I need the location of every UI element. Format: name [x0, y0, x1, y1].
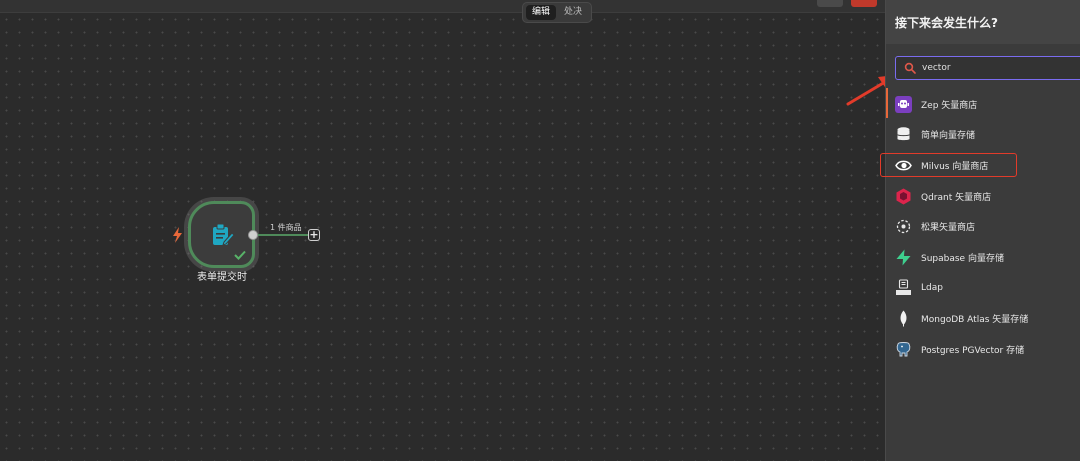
database-icon [897, 127, 910, 141]
mongodb-leaf-icon [900, 310, 907, 327]
result-label: Supabase 向量存储 [921, 253, 1004, 264]
qdrant-icon [896, 188, 911, 205]
top-toolbar [0, 0, 885, 13]
search-results-list: Zep 矢量商店 简单向量存储 Milvus 向量商店 Qdrant 矢量商店 [886, 89, 1080, 364]
connection-item-count: 1 件商品 [270, 223, 302, 232]
result-label: MongoDB Atlas 矢量存储 [921, 314, 1029, 325]
result-item-simple-vector-store[interactable]: 简单向量存储 [886, 120, 1080, 151]
result-item-pinecone[interactable]: 松果矢量商店 [886, 211, 1080, 242]
tab-edit[interactable]: 编辑 [526, 5, 557, 20]
mode-switch: 编辑 处决 [522, 2, 593, 23]
result-label: 简单向量存储 [921, 131, 976, 142]
form-trigger-node[interactable] [188, 201, 255, 268]
result-item-qdrant[interactable]: Qdrant 矢量商店 [886, 181, 1080, 212]
result-label: Qdrant 矢量商店 [921, 192, 992, 203]
supabase-bolt-icon [896, 249, 911, 266]
form-edit-icon [212, 223, 235, 246]
toolbar-action-button[interactable] [851, 0, 877, 7]
result-label: 松果矢量商店 [921, 223, 976, 234]
toolbar-button[interactable] [817, 0, 843, 7]
trigger-bolt-icon [173, 227, 182, 243]
result-item-zep[interactable]: Zep 矢量商店 [886, 89, 1080, 120]
result-item-supabase[interactable]: Supabase 向量存储 [886, 242, 1080, 273]
search-icon [904, 62, 916, 74]
result-item-postgres-pgvector[interactable]: Postgres PGVector 存储 [886, 334, 1080, 365]
ldap-icon [896, 279, 911, 296]
search-input[interactable] [922, 63, 1072, 73]
postgres-elephant-icon [896, 341, 911, 356]
result-label: Ldap [921, 282, 943, 293]
panel-title: 接下来会发生什么? [886, 0, 1080, 44]
node-title: 表单提交时 [197, 272, 247, 283]
pinecone-icon [896, 220, 911, 234]
workflow-canvas[interactable] [0, 0, 885, 461]
add-node-button[interactable]: + [308, 229, 320, 241]
node-output-handle[interactable] [248, 230, 258, 240]
node-connection-line [258, 234, 308, 236]
result-item-ldap[interactable]: Ldap [886, 273, 1080, 304]
search-box[interactable] [895, 56, 1080, 80]
tab-executions[interactable]: 处决 [558, 5, 588, 20]
success-check-icon [234, 250, 246, 260]
result-label: Zep 矢量商店 [921, 100, 978, 111]
result-label: Postgres PGVector 存储 [921, 345, 1025, 356]
highlight-box [880, 153, 1017, 177]
node-creator-panel: 接下来会发生什么? Zep 矢量商店 简单向量存储 [885, 0, 1080, 461]
result-item-mongodb-atlas[interactable]: MongoDB Atlas 矢量存储 [886, 303, 1080, 334]
zep-icon [895, 95, 912, 113]
